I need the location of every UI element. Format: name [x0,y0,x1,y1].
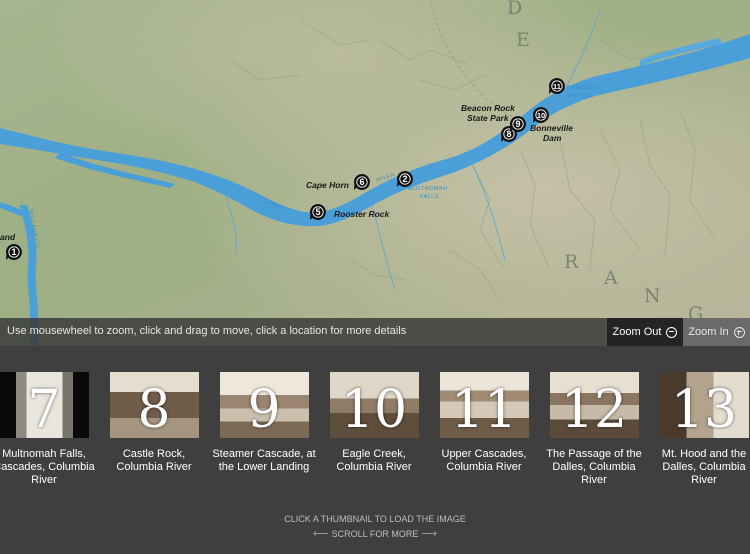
arrow-right-icon[interactable]: ⟶ [421,527,437,540]
thumbnail-7[interactable]: 7 Multnomah Falls, Cascades, Columbia Ri… [0,372,99,487]
photo-thumbnail: 7 [0,372,89,438]
map-canvas[interactable]: R A N G D E COLUMBIA RIVER WILLAMETTE MU… [0,0,750,346]
rapids-label: CASCADE [567,85,597,91]
thumbnail-caption: Steamer Cascade, at the Lower Landing [212,448,316,473]
svg-text:6: 6 [359,177,364,187]
thumbnail-number: 12 [560,380,628,438]
place-label-bonneville: Bonneville [530,123,573,133]
photo-thumbnail: 12 [549,372,639,438]
photo-thumbnail: 8 [109,372,199,438]
falls-label: MULTNOMAH [408,186,448,192]
photo-thumbnail: 11 [439,372,529,438]
arrow-left-icon[interactable]: ⟵ [313,527,329,540]
range-letter: N [644,285,663,307]
thumbnail-strip[interactable]: 7 Multnomah Falls, Cascades, Columbia Ri… [0,346,750,554]
map-marker[interactable]: 1 [5,244,22,260]
thumbnail-12[interactable]: 12 The Passage of the Dalles, Columbia R… [539,372,649,487]
thumbnail-caption: Multnomah Falls, Cascades, Columbia Rive… [0,448,95,486]
thumbnail-10[interactable]: 10 Eagle Creek, Columbia River [319,372,429,474]
place-label-beacon-rock: State Park [467,113,510,123]
thumbnail-caption: The Passage of the Dalles, Columbia Rive… [546,448,642,486]
thumbnail-hint: CLICK A THUMBNAIL TO LOAD THE IMAGE [284,514,466,524]
thumbnail-number: 9 [247,380,281,438]
map-marker[interactable]: 10 [532,107,549,123]
thumbnail-13[interactable]: 13 Mt. Hood and the Dalles, Columbia Riv… [649,372,750,487]
photo-thumbnail: 10 [329,372,419,438]
map-marker[interactable]: 2 [396,171,413,187]
zoom-out-button[interactable]: Zoom Out [607,318,683,346]
thumbnail-number: 8 [137,380,171,438]
thumbnail-caption: Mt. Hood and the Dalles, Columbia River [661,448,747,486]
thumbnail-9[interactable]: 9 Steamer Cascade, at the Lower Landing [209,372,319,474]
svg-text:5: 5 [315,207,320,217]
range-letter: R [564,251,580,273]
thumbnail-caption: Eagle Creek, Columbia River [336,448,412,473]
place-label-cape-horn: Cape Horn [306,180,349,190]
map-instructions: Use mousewheel to zoom, click and drag t… [7,325,407,337]
map-marker[interactable]: 6 [353,174,370,190]
thumbnail-caption: Castle Rock, Columbia River [116,448,192,473]
de-letter: D [507,0,524,19]
thumbnail-number: 7 [27,380,61,438]
map-marker[interactable]: 5 [309,204,326,220]
place-label-beacon-rock: Beacon Rock [461,103,516,113]
rapids-label: RAPIDS [568,93,591,99]
thumbnail-caption: Upper Cascades, Columbia River [441,448,527,473]
svg-text:11: 11 [553,82,561,91]
falls-label: FALLS [420,194,439,200]
minus-circle-icon [666,326,678,338]
thumbnail-8[interactable]: 8 Castle Rock, Columbia River [99,372,209,474]
photo-thumbnail: 9 [219,372,309,438]
map-marker[interactable]: 9 [509,116,526,132]
range-letter: A [603,267,620,289]
thumbnail-number: 10 [340,380,408,438]
map-control-bar: Use mousewheel to zoom, click and drag t… [0,318,750,346]
zoom-in-button[interactable]: Zoom In [683,318,750,346]
thumbnail-number: 13 [670,380,738,438]
svg-text:2: 2 [402,174,407,184]
plus-circle-icon [733,326,745,338]
svg-text:9: 9 [515,119,520,129]
de-letter: E [516,29,532,51]
place-label: and [0,232,16,242]
thumbnail-number: 11 [450,380,518,438]
thumbnail-11[interactable]: 11 Upper Cascades, Columbia River [429,372,539,474]
scroll-hint-label: SCROLL FOR MORE [331,529,419,539]
svg-text:1: 1 [11,247,16,257]
svg-text:10: 10 [537,111,545,120]
zoom-in-label: Zoom In [688,326,729,338]
zoom-out-label: Zoom Out [612,326,662,338]
place-label-bonneville: Dam [543,133,562,143]
photo-thumbnail: 13 [659,372,749,438]
scroll-hint: ⟵ SCROLL FOR MORE ⟶ [0,527,750,540]
map-marker[interactable]: 11 [548,78,565,94]
place-label-rooster-rock: Rooster Rock [334,209,391,219]
